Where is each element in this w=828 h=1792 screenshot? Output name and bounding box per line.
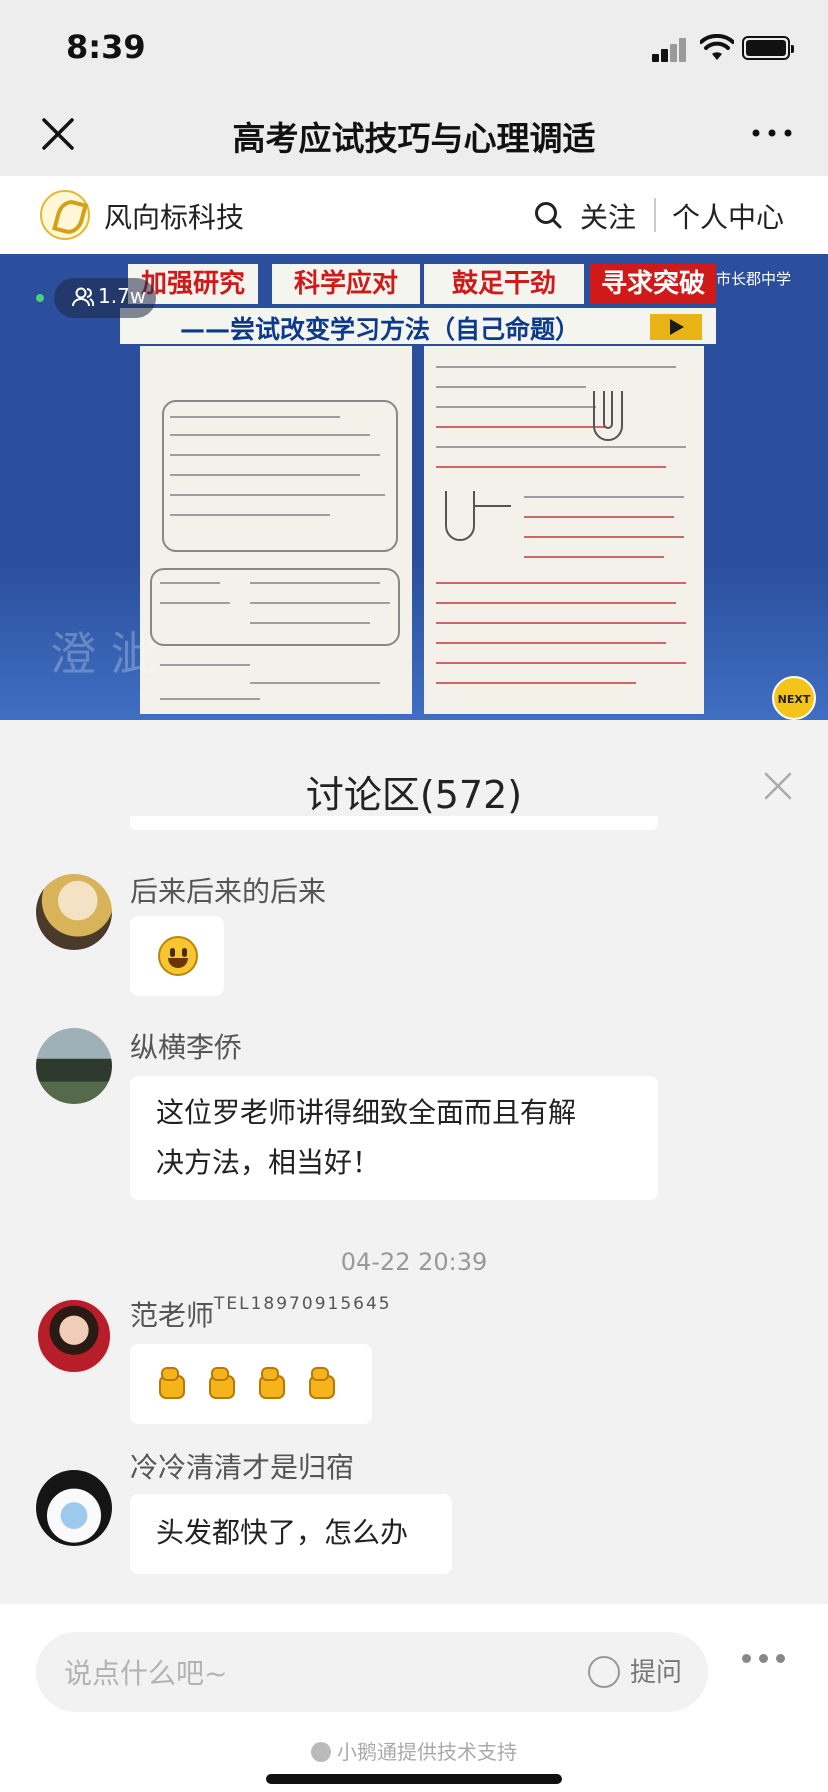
avatar[interactable] — [36, 874, 112, 950]
message-text-line: 这位罗老师讲得细致全面而且有解 — [156, 1096, 577, 1129]
comment-input[interactable]: 说点什么吧~ 提问 — [36, 1632, 708, 1712]
channel-bar: 风向标科技 关注 个人中心 — [0, 176, 828, 254]
home-indicator[interactable] — [266, 1774, 562, 1784]
divider — [654, 198, 656, 232]
avatar[interactable] — [36, 1470, 112, 1546]
discussion-panel: 讨论区(572) 后来后来的后来 纵横李侨 这位罗老师讲得细致全面而且有解 决方… — [0, 720, 828, 1604]
battery-icon — [742, 36, 794, 60]
follow-button[interactable]: 关注 — [580, 196, 636, 236]
status-time: 8:39 — [66, 28, 146, 66]
message-bubble — [130, 1344, 372, 1424]
live-indicator — [36, 294, 44, 302]
slide-subtitle: ——尝试改变学习方法（自己命题） — [180, 315, 581, 344]
comment-input-placeholder: 说点什么吧~ — [64, 1657, 228, 1690]
fist-emoji-icon — [159, 1367, 185, 1399]
worksheet-right — [424, 346, 704, 714]
play-icon — [650, 314, 702, 340]
worksheet-left — [140, 346, 412, 714]
slide-banner-3: 鼓足干劲 — [424, 264, 584, 304]
message-text-line: 决方法，相当好！ — [156, 1146, 381, 1179]
fist-emoji-icon — [309, 1367, 335, 1399]
username-text: 范老师 — [130, 1299, 215, 1332]
nav-bar: 高考应试技巧与心理调适 — [0, 100, 828, 176]
message-bubble — [130, 916, 224, 996]
message-bubble: 头发都快了，怎么办 — [130, 1494, 452, 1574]
message-username: 范老师TEL18970915645 — [130, 1294, 392, 1334]
xiaoetong-logo-icon — [311, 1742, 331, 1762]
message-timestamp: 04-22 20:39 — [340, 1248, 488, 1276]
status-bar: 8:39 — [0, 0, 828, 100]
school-name: 市长郡中学 — [716, 270, 792, 288]
discussion-title: 讨论区(572) — [305, 773, 523, 817]
tech-support-text: 小鹅通提供技术支持 — [337, 1740, 517, 1764]
message-bubble: 这位罗老师讲得细致全面而且有解 决方法，相当好！ — [130, 1076, 658, 1200]
video-player[interactable]: 加强研究 科学应对 鼓足干劲 寻求突破 市长郡中学 ——尝试改变学习方法（自己命… — [0, 254, 828, 720]
message-username: 后来后来的后来 — [130, 875, 327, 908]
more-actions-icon[interactable] — [742, 1648, 786, 1668]
slide-banner-2: 科学应对 — [272, 264, 420, 304]
message-username: 冷冷清清才是归宿 — [130, 1451, 355, 1484]
more-options-icon[interactable] — [750, 118, 794, 148]
ask-question-label[interactable]: 提问 — [630, 1652, 682, 1689]
ask-question-radio[interactable] — [588, 1656, 620, 1688]
wifi-icon — [700, 34, 734, 60]
message-username: 纵横李侨 — [130, 1031, 243, 1064]
smile-emoji-icon — [158, 936, 198, 976]
close-icon[interactable] — [38, 114, 78, 154]
page-title: 高考应试技巧与心理调适 — [232, 119, 596, 158]
avatar[interactable] — [36, 1298, 112, 1374]
channel-name[interactable]: 风向标科技 — [104, 196, 244, 236]
channel-logo[interactable] — [40, 190, 90, 240]
fist-emoji-icon — [259, 1367, 285, 1399]
viewer-count: 1.7w — [98, 284, 147, 308]
search-icon[interactable] — [533, 200, 563, 230]
close-discussion-icon[interactable] — [758, 766, 798, 806]
bottom-input-bar: 说点什么吧~ 提问 小鹅通提供技术支持 — [0, 1604, 828, 1792]
tech-support-footer: 小鹅通提供技术支持 — [0, 1736, 828, 1765]
slide-banner-4: 寻求突破 — [590, 264, 716, 304]
tel-number: TEL18970915645 — [214, 1294, 392, 1314]
next-slide-button[interactable]: NEXT — [772, 676, 816, 720]
personal-center-link[interactable]: 个人中心 — [672, 196, 784, 236]
video-watermark: 澄 泚 — [50, 627, 157, 681]
avatar[interactable] — [36, 1028, 112, 1104]
fist-emoji-icon — [209, 1367, 235, 1399]
message-text-line: 头发都快了，怎么办 — [156, 1516, 409, 1549]
cellular-signal-icon — [652, 38, 686, 62]
previous-message-bubble — [130, 816, 658, 830]
people-icon — [72, 287, 94, 307]
